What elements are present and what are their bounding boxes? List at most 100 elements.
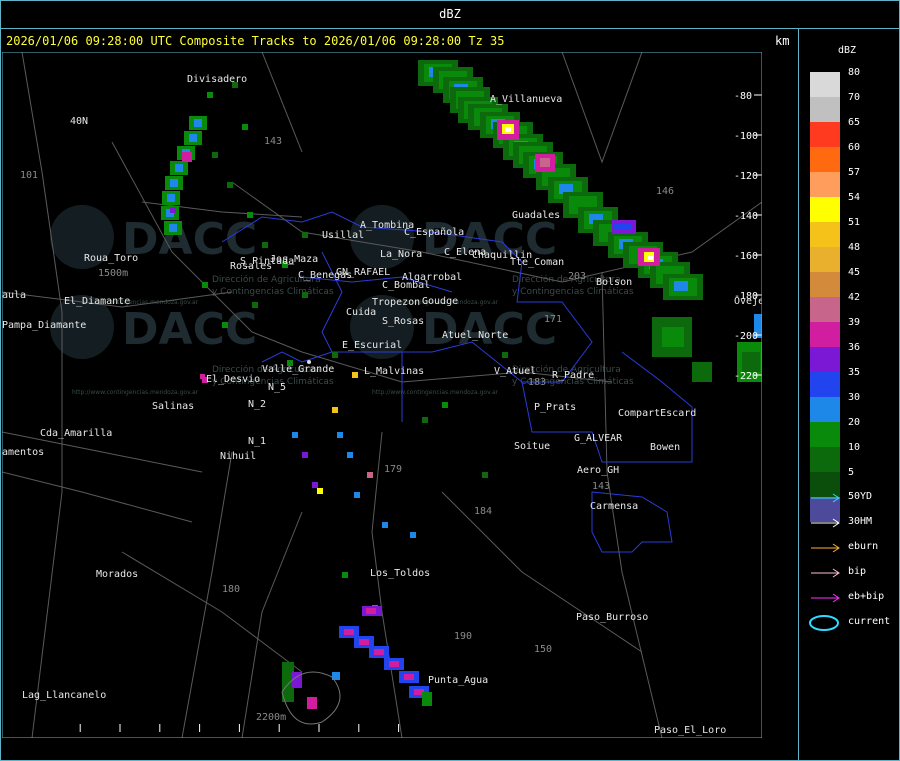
radar-echo bbox=[202, 282, 208, 288]
legend-value: 57 bbox=[848, 167, 861, 178]
place-label: S_Rosas bbox=[382, 316, 424, 327]
legend-swatch bbox=[810, 347, 840, 372]
legend-value: 30 bbox=[848, 392, 861, 403]
place-label: Paso_Burroso bbox=[576, 612, 648, 623]
track-label: eb+bip bbox=[848, 591, 885, 602]
radar-echo bbox=[674, 281, 688, 291]
place-label: Atuel_Norte bbox=[442, 330, 508, 341]
radar-echo bbox=[182, 152, 192, 162]
arrow-icon bbox=[811, 568, 840, 578]
town-marker bbox=[200, 374, 205, 379]
place-label: C_Bombal bbox=[382, 280, 430, 291]
legend-value: 36 bbox=[848, 342, 861, 353]
y-tick-label: -100 bbox=[734, 131, 758, 142]
title-bar: dBZ bbox=[0, 0, 900, 29]
radar-echo bbox=[374, 649, 384, 655]
track-legend-item: current bbox=[808, 615, 893, 631]
radar-echo bbox=[382, 522, 388, 528]
track-legend-item: 50YD bbox=[808, 490, 893, 506]
radar-echo bbox=[189, 134, 197, 142]
radar-map[interactable]: DACC Dirección de Agricultura y Contingenc… bbox=[2, 52, 762, 738]
legend-value: 80 bbox=[848, 67, 861, 78]
radar-echo bbox=[317, 488, 323, 494]
radar-echo bbox=[169, 224, 177, 232]
track-legend-item: 30HM bbox=[808, 515, 893, 531]
radar-echo bbox=[422, 417, 428, 423]
watermark-url: http://www.contingencias.mendoza.gov.ar bbox=[372, 389, 499, 396]
y-tick-label: -200 bbox=[734, 331, 758, 342]
place-label: Usillal bbox=[322, 230, 364, 241]
place-label: 40N bbox=[70, 116, 88, 127]
radar-echo bbox=[242, 124, 248, 130]
y-tick-label: -120 bbox=[734, 171, 758, 182]
legend-swatch bbox=[810, 172, 840, 197]
place-label: 179 bbox=[384, 464, 402, 475]
road-line bbox=[241, 511, 303, 738]
legend-value: 5 bbox=[848, 467, 855, 478]
place-label: N_5 bbox=[268, 382, 286, 393]
legend-value: 20 bbox=[848, 417, 861, 428]
track-label: current bbox=[848, 616, 891, 627]
place-label: R_Padre bbox=[552, 370, 594, 381]
radar-echo bbox=[247, 212, 253, 218]
radar-echo bbox=[170, 179, 178, 187]
legend-value: 45 bbox=[848, 267, 861, 278]
track-legend-item: bip bbox=[808, 565, 893, 581]
place-label: 143 bbox=[592, 481, 610, 492]
arrow-icon bbox=[811, 593, 840, 603]
place-label: P_Prats bbox=[534, 402, 576, 413]
radar-echo bbox=[167, 194, 175, 202]
radar-echo bbox=[648, 256, 653, 260]
watermark-brand: DACC bbox=[122, 304, 257, 355]
radar-echo bbox=[337, 432, 343, 438]
place-label: 184 bbox=[474, 506, 492, 517]
radar-map-canvas[interactable]: DACCDirección de Agriculturay Contingenc… bbox=[2, 52, 762, 738]
legend-swatch bbox=[810, 372, 840, 397]
radar-echo bbox=[367, 472, 373, 478]
legend-value: 54 bbox=[848, 192, 861, 203]
place-label: Guadales bbox=[512, 210, 560, 221]
radar-echo bbox=[662, 327, 684, 347]
place-label: L_Malvinas bbox=[364, 366, 424, 377]
legend-value: 48 bbox=[848, 242, 861, 253]
place-label: Soitue bbox=[514, 441, 550, 452]
place-label: 146 bbox=[656, 186, 674, 197]
radar-echo bbox=[262, 242, 268, 248]
legend-swatch bbox=[810, 122, 840, 147]
y-tick-label: -140 bbox=[734, 211, 758, 222]
track-label: 30HM bbox=[848, 516, 873, 527]
radar-echo bbox=[540, 158, 550, 167]
track-label: 50YD bbox=[848, 491, 873, 502]
ellipse-icon bbox=[809, 615, 839, 631]
place-label: GN_RAFAEL bbox=[336, 267, 390, 278]
place-label: N_2 bbox=[248, 399, 266, 410]
legend-swatch bbox=[810, 322, 840, 347]
watermark-url: http://www.contingencias.mendoza.gov.ar bbox=[72, 389, 199, 396]
place-label: G_ALVEAR bbox=[574, 433, 623, 444]
y-tick-label: -80 bbox=[734, 91, 752, 102]
place-label: Carmensa bbox=[590, 501, 638, 512]
legend-value: 35 bbox=[848, 367, 861, 378]
radar-echo bbox=[194, 119, 202, 127]
radar-echo bbox=[347, 452, 353, 458]
radar-echo bbox=[442, 402, 448, 408]
legend-value: 39 bbox=[848, 317, 861, 328]
road-line bbox=[371, 431, 403, 738]
radar-echo bbox=[342, 572, 348, 578]
radar-echo bbox=[302, 292, 308, 298]
road-line bbox=[2, 471, 193, 523]
place-label: Divisadero bbox=[187, 74, 247, 85]
legend-value: 51 bbox=[848, 217, 861, 228]
place-label: N_1 bbox=[248, 436, 266, 447]
place-label: Tropezon bbox=[372, 297, 420, 308]
place-label: 143 bbox=[264, 136, 282, 147]
arrow-icon bbox=[811, 543, 840, 553]
place-label: 150 bbox=[534, 644, 552, 655]
radar-echo bbox=[227, 182, 233, 188]
place-label: S_Pintada bbox=[240, 256, 294, 267]
radar-echo bbox=[389, 661, 399, 667]
place-label: aula bbox=[2, 290, 26, 301]
radar-echo bbox=[302, 452, 308, 458]
place-label: Roua_Toro bbox=[84, 253, 138, 264]
place-label: El_Diamante bbox=[64, 296, 130, 307]
